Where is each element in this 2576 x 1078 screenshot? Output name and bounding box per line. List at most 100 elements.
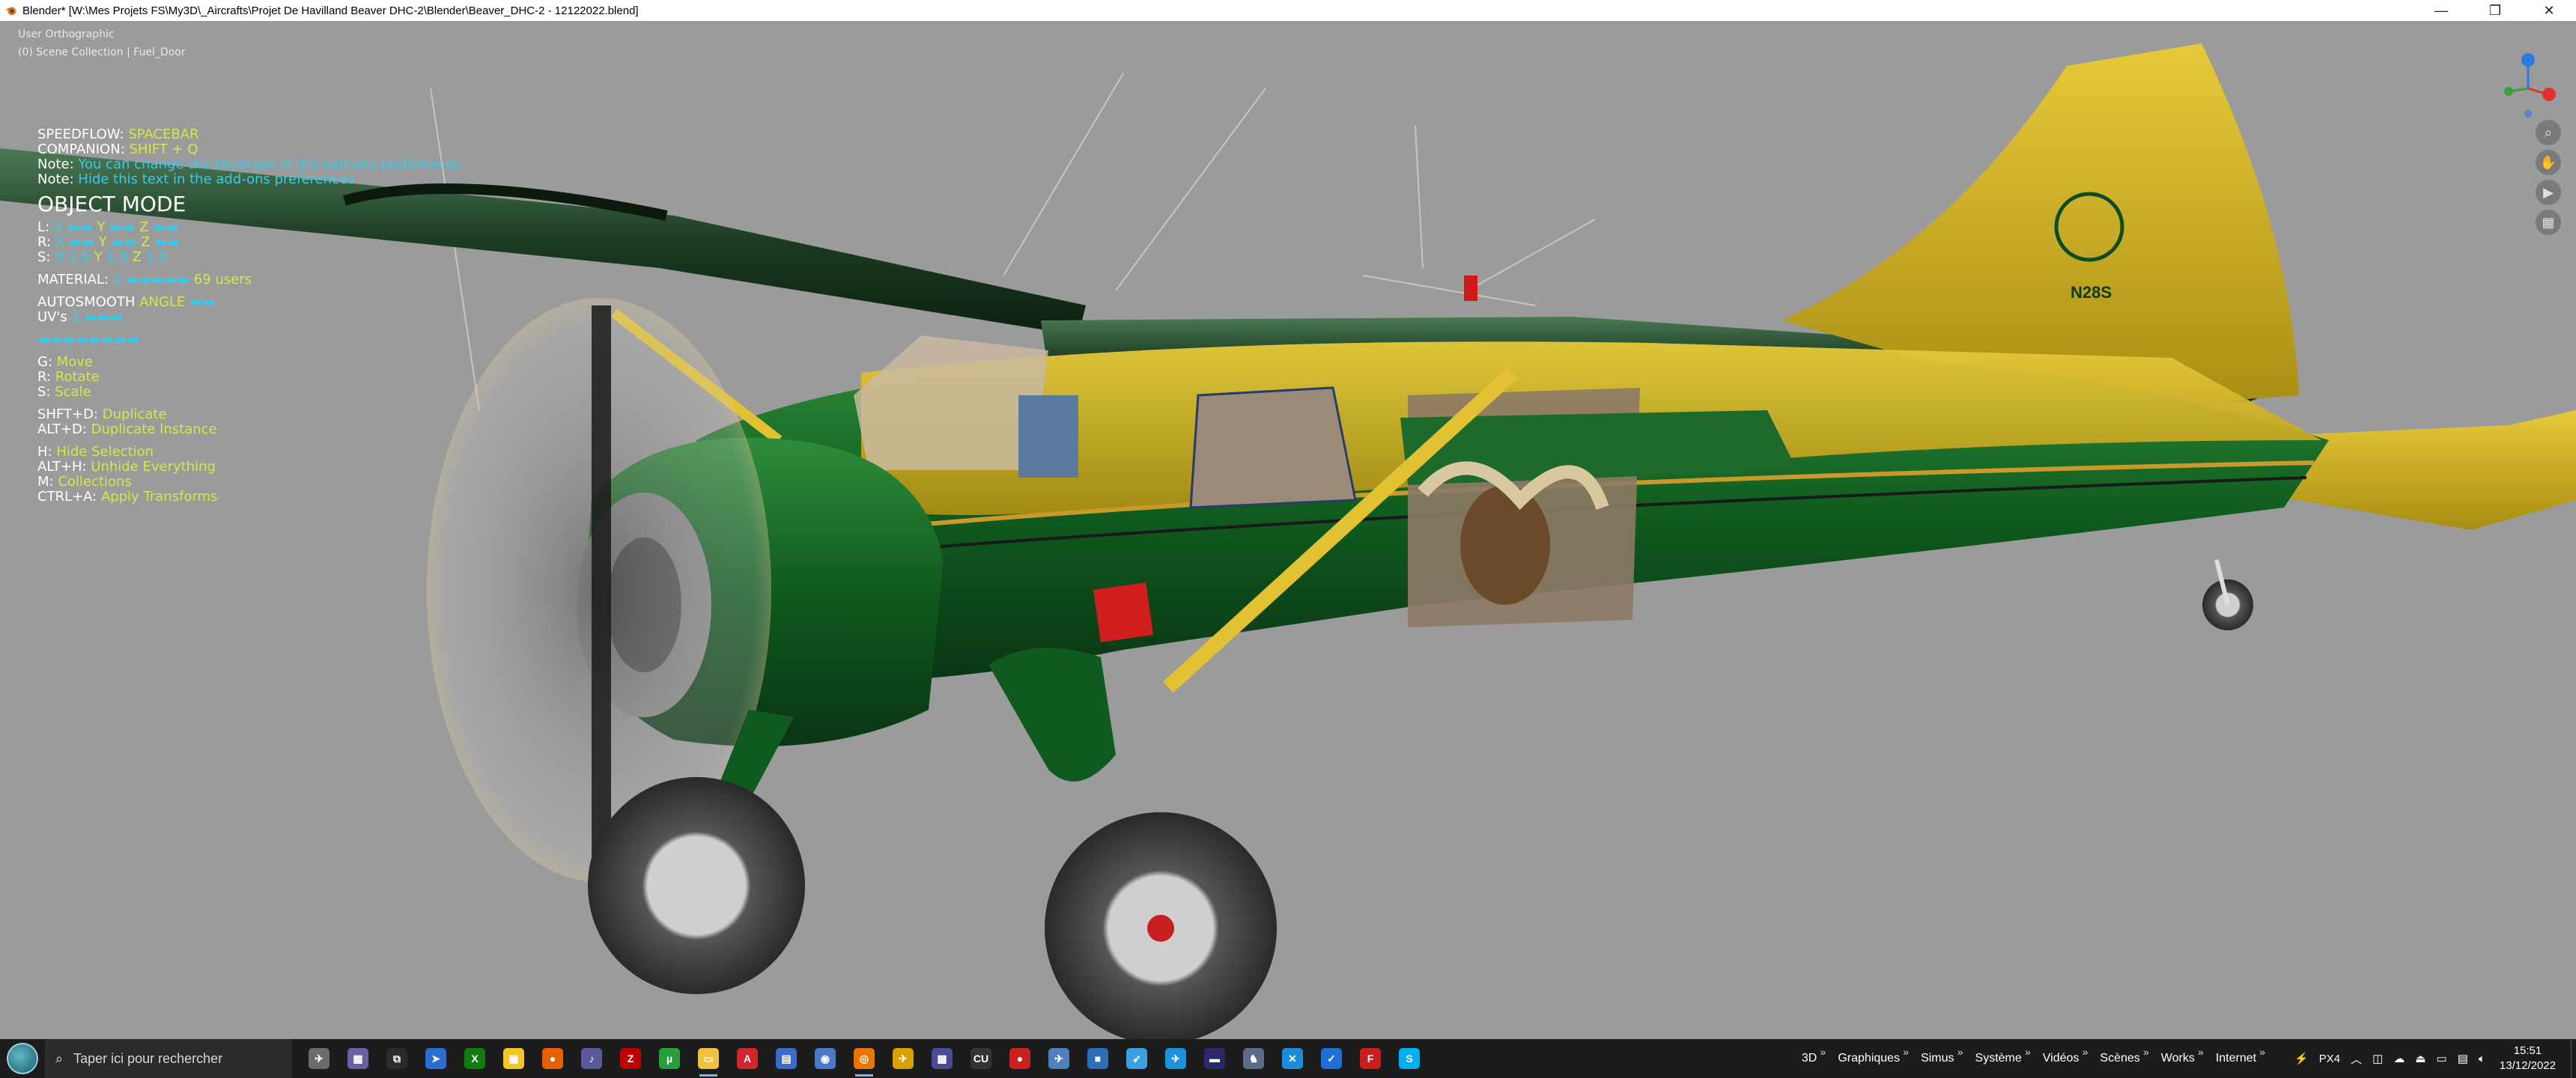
restore-icon[interactable]: ❐ bbox=[2468, 0, 2522, 21]
xbox-taskbar-button[interactable]: X bbox=[455, 1039, 494, 1078]
minimize-icon[interactable]: — bbox=[2414, 0, 2468, 21]
view-name: User Orthographic bbox=[18, 28, 115, 40]
skype-icon: S bbox=[1399, 1048, 1420, 1069]
camera-icon[interactable]: ▶ bbox=[2536, 180, 2561, 205]
speedflow-overlay: SPEEDFLOW: SPACEBAR COMPANION: SHIFT + Q… bbox=[37, 127, 461, 505]
taskbar-search[interactable]: ⌕ Taper ici pour rechercher bbox=[45, 1039, 292, 1078]
shortcut-duplicate: SHFT+D: Duplicate bbox=[37, 406, 167, 422]
speedflow-hint: SPEEDFLOW: SPACEBAR bbox=[37, 127, 199, 142]
search-placeholder: Taper ici pour rechercher bbox=[73, 1050, 223, 1066]
flight-app-icon: F bbox=[1360, 1048, 1381, 1069]
plane-blue-icon: ✈ bbox=[1165, 1048, 1186, 1069]
skype-taskbar-button[interactable]: S bbox=[1390, 1039, 1429, 1078]
check-app-taskbar-button[interactable]: ✓ bbox=[1312, 1039, 1351, 1078]
flight-app-taskbar-button[interactable]: F bbox=[1351, 1039, 1390, 1078]
location-readout: L: X ▬▬ Y ▬▬ Z ▬▬ bbox=[37, 219, 179, 235]
clock-date: 13/12/2022 bbox=[2499, 1059, 2556, 1072]
chevron-up-icon[interactable]: ︿ bbox=[2351, 1051, 2362, 1067]
paper-plane-icon: ➤ bbox=[425, 1048, 446, 1069]
firefox-icon: ● bbox=[542, 1048, 563, 1069]
toolbar-scenes[interactable]: Scènes bbox=[2100, 1046, 2149, 1065]
nav-app-taskbar-button[interactable]: ▬ bbox=[1195, 1039, 1234, 1078]
blender-icon: ◎ bbox=[854, 1048, 875, 1069]
filezilla-taskbar-button[interactable]: Z bbox=[611, 1039, 650, 1078]
navigation-gizmo[interactable] bbox=[2498, 51, 2558, 118]
shortcut-collections: M: Collections bbox=[37, 474, 132, 490]
eagle-taskbar-button[interactable]: ♞ bbox=[1234, 1039, 1273, 1078]
jet-icon: ✈ bbox=[1048, 1048, 1069, 1069]
toolbar-internet[interactable]: Internet bbox=[2216, 1046, 2266, 1065]
paper-plane-taskbar-button[interactable]: ➤ bbox=[416, 1039, 455, 1078]
cloud-icon[interactable]: ☁ bbox=[2393, 1052, 2405, 1065]
grid-icon[interactable]: ▦ bbox=[2536, 210, 2561, 235]
app-book-taskbar-button[interactable]: ▤ bbox=[767, 1039, 806, 1078]
beacon-light bbox=[1464, 275, 1477, 301]
tray-app-icon[interactable]: ◫ bbox=[2372, 1052, 2383, 1065]
note-hide: Note: Hide this text in the add-ons pref… bbox=[37, 171, 355, 187]
show-desktop-button[interactable] bbox=[2571, 1039, 2576, 1078]
store-taskbar-button[interactable]: ▣ bbox=[494, 1039, 533, 1078]
record-taskbar-button[interactable]: ● bbox=[1000, 1039, 1039, 1078]
globe-taskbar-button[interactable]: ◉ bbox=[806, 1039, 845, 1078]
utorrent-taskbar-button[interactable]: µ bbox=[650, 1039, 689, 1078]
bird-taskbar-button[interactable]: ➶ bbox=[1117, 1039, 1156, 1078]
filezilla-icon: Z bbox=[620, 1048, 641, 1069]
fuel-door[interactable] bbox=[1093, 582, 1153, 642]
taskbar-apps: ✈ ▦ ⧉ ➤ X ▣ ● ♪ Zµ ▭ A ▤ ◉ ◎ ✈ ▩ CU ● ✈ ■ ➶ ✈ ▬ ♞ ✕ ✓ F S bbox=[300, 1039, 1429, 1078]
multitask-icon: ▦ bbox=[347, 1048, 368, 1069]
aircraft-registration: N28S bbox=[2071, 283, 2112, 302]
modifier-info: ▬▬▬▬▬▬▬▬ bbox=[37, 332, 140, 347]
acrobat-icon: A bbox=[737, 1048, 758, 1069]
shortcut-rotate: R: Rotate bbox=[37, 369, 100, 385]
right-gear-leg bbox=[988, 648, 1116, 782]
plane-taskbar-button[interactable]: ✈ bbox=[884, 1039, 923, 1078]
multitask-taskbar-button[interactable]: ▦ bbox=[338, 1039, 377, 1078]
clock[interactable]: 15:51 13/12/2022 bbox=[2500, 1044, 2556, 1074]
blender-taskbar-button[interactable]: ◎ bbox=[845, 1039, 884, 1078]
shortcut-move: G: Move bbox=[37, 354, 94, 370]
x-app-taskbar-button[interactable]: ✕ bbox=[1273, 1039, 1312, 1078]
volume-icon[interactable]: 🔈︎ bbox=[2479, 1053, 2485, 1065]
toolbar-systeme[interactable]: Système bbox=[1975, 1046, 2032, 1065]
left-wheel bbox=[588, 777, 805, 994]
app-book-icon: ▤ bbox=[776, 1048, 797, 1069]
plane-blue-taskbar-button[interactable]: ✈ bbox=[1156, 1039, 1195, 1078]
monitor-icon: ▩ bbox=[932, 1048, 953, 1069]
file-explorer-taskbar-button[interactable]: ▭ bbox=[689, 1039, 728, 1078]
toolbar-works[interactable]: Works bbox=[2161, 1046, 2204, 1065]
acrobat-taskbar-button[interactable]: A bbox=[728, 1039, 767, 1078]
task-view-taskbar-button[interactable]: ⧉ bbox=[377, 1039, 416, 1078]
px4-label[interactable]: PX4 bbox=[2319, 1053, 2340, 1065]
blender-helper-icon: ✈ bbox=[309, 1048, 329, 1069]
blender-helper-taskbar-button[interactable]: ✈ bbox=[300, 1039, 338, 1078]
check-app-icon: ✓ bbox=[1321, 1048, 1342, 1069]
close-icon[interactable]: ✕ bbox=[2522, 0, 2576, 21]
xbox-icon: X bbox=[464, 1048, 485, 1069]
zoom-icon[interactable]: ⌕ bbox=[2536, 120, 2561, 145]
shortcut-duplicate-instance: ALT+D: Duplicate Instance bbox=[37, 421, 217, 437]
network-icon[interactable]: ▤ bbox=[2458, 1052, 2468, 1065]
jet-taskbar-button[interactable]: ✈ bbox=[1039, 1039, 1078, 1078]
music-taskbar-button[interactable]: ♪ bbox=[572, 1039, 611, 1078]
x-app-icon: ✕ bbox=[1282, 1048, 1303, 1069]
store-icon: ▣ bbox=[503, 1048, 524, 1069]
monitor-taskbar-button[interactable]: ▩ bbox=[923, 1039, 962, 1078]
clock-time: 15:51 bbox=[2513, 1044, 2542, 1057]
toolbar-videos[interactable]: Vidéos bbox=[2043, 1046, 2088, 1065]
file-explorer-icon: ▭ bbox=[698, 1048, 719, 1069]
square-app-taskbar-button[interactable]: ■ bbox=[1078, 1039, 1117, 1078]
cu-taskbar-button[interactable]: CU bbox=[962, 1039, 1000, 1078]
hand-pan-icon[interactable]: ✋ bbox=[2536, 150, 2561, 175]
toolbar-simus[interactable]: Simus bbox=[1921, 1046, 1963, 1065]
3d-viewport[interactable]: N28S User Orthographic (0) Scene Collect… bbox=[0, 21, 2576, 1039]
usb-icon[interactable]: ⏏ bbox=[2415, 1052, 2425, 1065]
blender-logo-icon bbox=[5, 7, 16, 16]
rotation-readout: R: X ▬▬ Y ▬▬ Z ▬▬ bbox=[37, 234, 180, 250]
toolbar-3d[interactable]: 3D bbox=[1802, 1046, 1826, 1065]
start-button[interactable] bbox=[0, 1039, 45, 1078]
nav-app-icon: ▬ bbox=[1204, 1048, 1225, 1069]
px4-tray-icon[interactable]: ⚡ bbox=[2294, 1052, 2309, 1065]
printer-icon[interactable]: ▭ bbox=[2437, 1052, 2447, 1065]
toolbar-graphiques[interactable]: Graphiques bbox=[1838, 1046, 1908, 1065]
firefox-taskbar-button[interactable]: ● bbox=[533, 1039, 572, 1078]
